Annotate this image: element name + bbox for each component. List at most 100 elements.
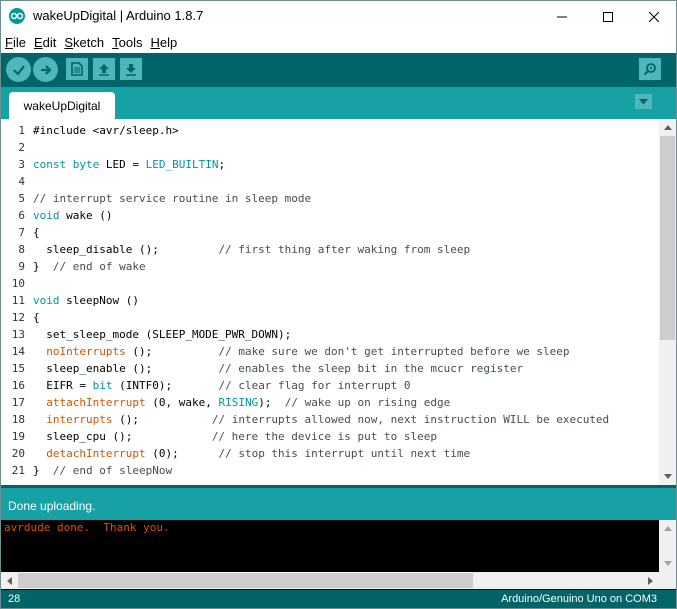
code-text[interactable]: set_sleep_mode (SLEEP_MODE_PWR_DOWN);	[33, 326, 291, 343]
code-line[interactable]: 3 const byte LED = LED_BUILTIN;	[1, 156, 659, 173]
code-lines[interactable]: 1 #include <avr/sleep.h> 2 3 const byte LED …	[1, 122, 659, 479]
code-editor[interactable]: 1 #include <avr/sleep.h> 2 3 const byte LED …	[1, 119, 676, 485]
upload-button[interactable]	[33, 57, 58, 82]
verify-icon	[12, 64, 25, 76]
arduino-ide-window: wakeUpDigital | Arduino 1.8.7 File Edit …	[0, 0, 677, 609]
code-text[interactable]: void sleepNow ()	[33, 292, 139, 309]
save-button[interactable]	[120, 58, 142, 80]
code-line[interactable]: 12 {	[1, 309, 659, 326]
new-button[interactable]	[66, 58, 88, 80]
code-line[interactable]: 8 sleep_disable (); // first thing after…	[1, 241, 659, 258]
code-text[interactable]: const byte LED = LED_BUILTIN;	[33, 156, 225, 173]
code-line[interactable]: 20 detachInterrupt (0); // stop this int…	[1, 445, 659, 462]
code-line[interactable]: 21 } // end of sleepNow	[1, 462, 659, 479]
code-text[interactable]: EIFR = bit (INTF0); // clear flag for in…	[33, 377, 410, 394]
serial-monitor-button[interactable]	[639, 58, 661, 80]
code-line[interactable]: 15 sleep_enable (); // enables the sleep…	[1, 360, 659, 377]
code-line[interactable]: 18 interrupts (); // interrupts allowed …	[1, 411, 659, 428]
line-number: 3	[18, 158, 25, 171]
toolbar	[1, 53, 676, 87]
line-number: 6	[18, 209, 25, 222]
console-scroll-left-arrow[interactable]	[1, 572, 18, 589]
code-text[interactable]: void wake ()	[33, 207, 112, 224]
scroll-down-arrow[interactable]	[659, 468, 676, 485]
tab-bar: wakeUpDigital	[1, 87, 676, 119]
console-scroll-down-arrow[interactable]	[659, 555, 676, 572]
code-line[interactable]: 14 noInterrupts (); // make sure we don'…	[1, 343, 659, 360]
minimize-icon	[557, 16, 567, 17]
code-text[interactable]: sleep_cpu (); // here the device is put …	[33, 428, 437, 445]
menu-sketch[interactable]: Sketch	[64, 35, 104, 50]
console-horizontal-scrollbar[interactable]	[1, 572, 659, 589]
tab-menu-button[interactable]	[635, 94, 652, 109]
line-number: 12	[11, 311, 25, 324]
arduino-logo-icon	[9, 8, 25, 24]
line-number: 1	[18, 124, 25, 137]
line-number: 7	[18, 226, 25, 239]
line-number: 15	[11, 362, 25, 375]
code-text[interactable]: // interrupt service routine in sleep mo…	[33, 190, 311, 207]
code-text[interactable]: {	[33, 309, 40, 326]
scrollbar-corner	[659, 572, 676, 589]
chevron-up-icon	[663, 125, 672, 130]
code-text[interactable]: interrupts (); // interrupts allowed now…	[33, 411, 609, 428]
console-hscroll-thumb[interactable]	[18, 573, 473, 588]
code-text[interactable]: } // end of wake	[33, 258, 146, 275]
code-line[interactable]: 2	[1, 139, 659, 156]
console-vertical-scrollbar[interactable]	[659, 520, 676, 572]
menu-tools[interactable]: Tools	[112, 35, 142, 50]
save-icon	[126, 64, 136, 76]
code-text[interactable]: #include <avr/sleep.h>	[33, 122, 179, 139]
line-number: 14	[11, 345, 25, 358]
verify-button[interactable]	[6, 57, 31, 82]
chevron-down-icon	[663, 474, 672, 479]
code-line[interactable]: 13 set_sleep_mode (SLEEP_MODE_PWR_DOWN);	[1, 326, 659, 343]
tab-wakeupdigital[interactable]: wakeUpDigital	[9, 92, 115, 119]
line-number: 16	[11, 379, 25, 392]
line-number: 5	[18, 192, 25, 205]
menu-edit[interactable]: Edit	[34, 35, 56, 50]
code-line[interactable]: 19 sleep_cpu (); // here the device is p…	[1, 428, 659, 445]
console-scroll-up-arrow[interactable]	[659, 520, 676, 537]
code-text[interactable]: attachInterrupt (0, wake, RISING); // wa…	[33, 394, 450, 411]
editor-vertical-scrollbar[interactable]	[659, 119, 676, 485]
code-text[interactable]: } // end of sleepNow	[33, 462, 172, 479]
line-number: 2	[18, 141, 25, 154]
menu-help[interactable]: Help	[150, 35, 177, 50]
code-line[interactable]: 7{	[1, 224, 659, 241]
chevron-up-icon	[663, 526, 672, 531]
console-scroll-right-arrow[interactable]	[642, 572, 659, 589]
line-number: 21	[11, 464, 25, 477]
line-number: 4	[18, 175, 25, 188]
scroll-up-arrow[interactable]	[659, 119, 676, 136]
line-number: 10	[11, 277, 25, 290]
title-bar[interactable]: wakeUpDigital | Arduino 1.8.7	[1, 1, 676, 32]
code-text[interactable]: sleep_enable (); // enables the sleep bi…	[33, 360, 523, 377]
close-button[interactable]	[631, 1, 676, 32]
code-text[interactable]: noInterrupts (); // make sure we don't g…	[33, 343, 569, 360]
code-line[interactable]: 4	[1, 173, 659, 190]
code-line[interactable]: 17 attachInterrupt (0, wake, RISING); //…	[1, 394, 659, 411]
code-text[interactable]: {	[33, 224, 40, 241]
chevron-left-icon	[7, 576, 12, 585]
code-line[interactable]: 1 #include <avr/sleep.h>	[1, 122, 659, 139]
code-text[interactable]: sleep_disable (); // first thing after w…	[33, 241, 470, 258]
open-button[interactable]	[93, 58, 115, 80]
code-line[interactable]: 16 EIFR = bit (INTF0); // clear flag for…	[1, 377, 659, 394]
maximize-button[interactable]	[585, 1, 631, 32]
window-title: wakeUpDigital | Arduino 1.8.7	[33, 8, 204, 23]
line-number: 19	[11, 430, 25, 443]
code-line[interactable]: 6 void wake ()	[1, 207, 659, 224]
code-line[interactable]: 5 // interrupt service routine in sleep m…	[1, 190, 659, 207]
console-output[interactable]: avrdude done. Thank you.	[1, 520, 676, 590]
minimize-button[interactable]	[539, 1, 585, 32]
code-text[interactable]: detachInterrupt (0); // stop this interr…	[33, 445, 470, 462]
scroll-thumb[interactable]	[660, 136, 675, 340]
menu-file[interactable]: File	[5, 35, 26, 50]
code-line[interactable]: 10	[1, 275, 659, 292]
code-line[interactable]: 11 void sleepNow ()	[1, 292, 659, 309]
line-number: 17	[11, 396, 25, 409]
chevron-down-icon	[639, 98, 648, 104]
chevron-right-icon	[648, 576, 653, 585]
code-line[interactable]: 9} // end of wake	[1, 258, 659, 275]
